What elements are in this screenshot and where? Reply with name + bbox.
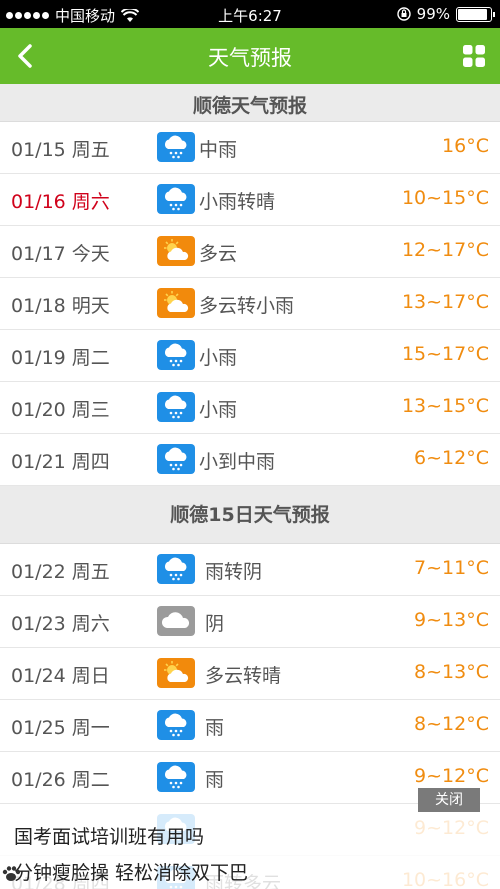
rain-icon [157, 762, 195, 792]
forecast-condition: 中雨 [199, 139, 238, 161]
forecast-temperature: 15~17°C [401, 343, 489, 365]
forecast-date: 01/22 周五 [11, 561, 110, 583]
ad-text-line1[interactable]: 国考面试培训班有用吗 [14, 822, 204, 849]
forecast-temperature: 8~13°C [414, 661, 489, 683]
forecast-condition: 阴 [205, 613, 225, 635]
forecast-row[interactable]: 01/25 周一 雨 8~12°C [0, 700, 500, 752]
forecast-row[interactable]: 01/16 周六 小雨转晴 10~15°C [0, 174, 500, 226]
forecast-row[interactable]: 01/17 今天 多云 12~17°C [0, 226, 500, 278]
grid-menu-icon[interactable] [462, 44, 486, 68]
forecast-condition: 小雨转晴 [199, 191, 276, 213]
forecast-condition: 雨转阴 [205, 561, 263, 583]
forecast-condition: 多云 [199, 243, 238, 265]
forecast-date: 01/21 周四 [11, 451, 110, 473]
partly-cloudy-icon [157, 236, 195, 266]
forecast-row[interactable]: 01/15 周五 中雨 16°C [0, 122, 500, 174]
rain-icon [157, 444, 195, 474]
forecast-temperature: 6~12°C [414, 447, 489, 469]
rain-icon [157, 184, 195, 214]
rain-icon [157, 340, 195, 370]
forecast-temperature: 13~17°C [401, 291, 489, 313]
forecast-condition: 小雨 [199, 347, 238, 369]
battery-percent: 99% [416, 5, 450, 23]
nav-bar: 天气预报 [0, 28, 500, 84]
section-header-7day: 顺德天气预报 [0, 84, 500, 122]
forecast-row[interactable]: 01/18 明天 多云转小雨 13~17°C [0, 278, 500, 330]
forecast-date: 01/24 周日 [11, 665, 110, 687]
rain-icon [157, 392, 195, 422]
forecast-date: 01/19 周二 [11, 347, 110, 369]
forecast-temperature: 9~12°C [414, 765, 489, 787]
forecast-date: 01/20 周三 [11, 399, 110, 421]
forecast-condition: 多云转小雨 [199, 295, 295, 317]
partly-cloudy-icon [157, 658, 195, 688]
forecast-temperature: 16°C [442, 135, 489, 157]
forecast-list[interactable]: 顺德天气预报 01/15 周五 中雨 16°C 01/16 周六 小雨转晴 10~15°C… [0, 84, 500, 889]
rain-icon [157, 132, 195, 162]
forecast-temperature: 12~17°C [401, 239, 489, 261]
forecast-date: 01/23 周六 [11, 613, 110, 635]
forecast-row[interactable]: 01/21 周四 小到中雨 6~12°C [0, 434, 500, 486]
forecast-date: 01/26 周二 [11, 769, 110, 791]
forecast-temperature: 10~15°C [401, 187, 489, 209]
ad-text-line2[interactable]: 分钟瘦脸操 轻松消除双下巴 [14, 858, 248, 885]
ad-banner[interactable]: 国考面试培训班有用吗 分钟瘦脸操 轻松消除双下巴 [0, 812, 500, 889]
forecast-date: 01/17 今天 [11, 243, 110, 265]
forecast-date: 01/16 周六 [11, 191, 110, 213]
forecast-date: 01/25 周一 [11, 717, 110, 739]
overcast-icon [157, 606, 195, 636]
forecast-condition: 多云转晴 [205, 665, 282, 687]
forecast-row[interactable]: 01/20 周三 小雨 13~15°C [0, 382, 500, 434]
forecast-condition: 小到中雨 [199, 451, 276, 473]
forecast-condition: 雨 [205, 769, 225, 791]
status-bar: 中国移动 上午6:27 99% [0, 0, 500, 28]
paw-icon [2, 866, 21, 881]
page-title: 天气预报 [208, 46, 292, 70]
forecast-row[interactable]: 01/23 周六 阴 9~13°C [0, 596, 500, 648]
forecast-date: 01/15 周五 [11, 139, 110, 161]
partly-cloudy-icon [157, 288, 195, 318]
forecast-temperature: 7~11°C [414, 557, 489, 579]
forecast-row[interactable]: 01/22 周五 雨转阴 7~11°C [0, 544, 500, 596]
forecast-temperature: 13~15°C [401, 395, 489, 417]
forecast-temperature: 9~13°C [414, 609, 489, 631]
forecast-condition: 小雨 [199, 399, 238, 421]
rain-icon [157, 554, 195, 584]
ad-close-button[interactable]: 关闭 [418, 788, 480, 812]
battery-icon [456, 6, 495, 22]
forecast-row[interactable]: 01/24 周日 多云转晴 8~13°C [0, 648, 500, 700]
forecast-condition: 雨 [205, 717, 225, 739]
forecast-row[interactable]: 01/19 周二 小雨 15~17°C [0, 330, 500, 382]
forecast-date: 01/18 明天 [11, 295, 110, 317]
orientation-lock-icon [396, 7, 411, 21]
section-header-15day: 顺德15日天气预报 [0, 486, 500, 544]
rain-icon [157, 710, 195, 740]
forecast-temperature: 8~12°C [414, 713, 489, 735]
